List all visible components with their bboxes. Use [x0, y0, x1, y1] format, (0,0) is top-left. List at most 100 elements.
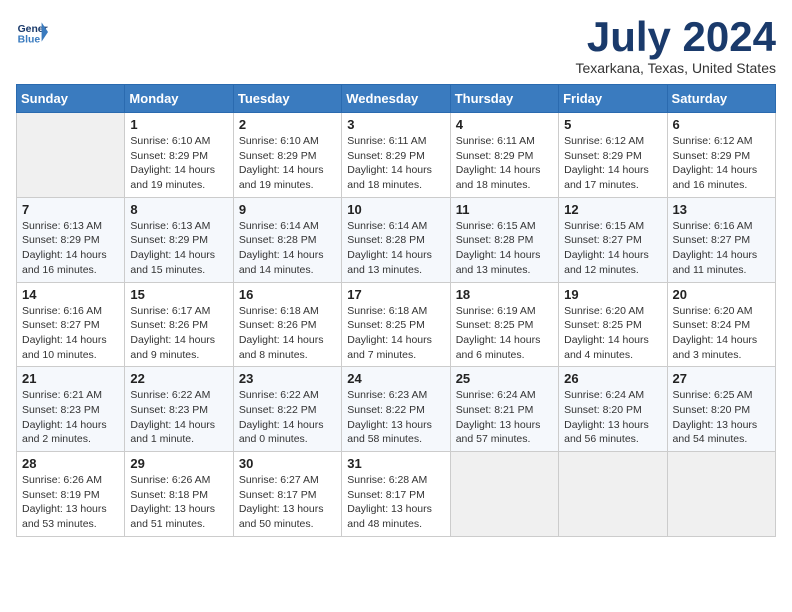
calendar-cell: 13 Sunrise: 6:16 AMSunset: 8:27 PMDayligh… — [667, 197, 775, 282]
date-number: 12 — [564, 202, 661, 217]
date-number: 18 — [456, 287, 553, 302]
calendar-cell — [559, 452, 667, 537]
location: Texarkana, Texas, United States — [575, 60, 776, 76]
date-number: 1 — [130, 117, 227, 132]
calendar-cell: 25 Sunrise: 6:24 AMSunset: 8:21 PMDayligh… — [450, 367, 558, 452]
weekday-header: Tuesday — [233, 85, 341, 113]
calendar-cell: 14 Sunrise: 6:16 AMSunset: 8:27 PMDayligh… — [17, 282, 125, 367]
title-block: July 2024 Texarkana, Texas, United State… — [575, 16, 776, 76]
date-number: 31 — [347, 456, 444, 471]
date-number: 24 — [347, 371, 444, 386]
calendar-cell: 12 Sunrise: 6:15 AMSunset: 8:27 PMDayligh… — [559, 197, 667, 282]
weekday-header: Wednesday — [342, 85, 450, 113]
svg-text:Blue: Blue — [18, 34, 41, 45]
weekday-header: Saturday — [667, 85, 775, 113]
cell-info: Sunrise: 6:11 AMSunset: 8:29 PMDaylight:… — [347, 134, 444, 193]
date-number: 20 — [673, 287, 770, 302]
cell-info: Sunrise: 6:26 AMSunset: 8:18 PMDaylight:… — [130, 473, 227, 532]
cell-info: Sunrise: 6:16 AMSunset: 8:27 PMDaylight:… — [673, 219, 770, 278]
calendar-cell — [450, 452, 558, 537]
date-number: 29 — [130, 456, 227, 471]
calendar-cell: 22Sunrise: 6:22 AMSunset: 8:23 PMDayligh… — [125, 367, 233, 452]
date-number: 30 — [239, 456, 336, 471]
date-number: 21 — [22, 371, 119, 386]
calendar-cell: 10Sunrise: 6:14 AMSunset: 8:28 PMDayligh… — [342, 197, 450, 282]
date-number: 8 — [130, 202, 227, 217]
calendar-cell: 7 Sunrise: 6:13 AMSunset: 8:29 PMDaylight… — [17, 197, 125, 282]
date-number: 16 — [239, 287, 336, 302]
cell-info: Sunrise: 6:22 AMSunset: 8:22 PMDaylight:… — [239, 388, 336, 447]
calendar-cell: 21 Sunrise: 6:21 AMSunset: 8:23 PMDayligh… — [17, 367, 125, 452]
calendar-week: 7 Sunrise: 6:13 AMSunset: 8:29 PMDaylight… — [17, 197, 776, 282]
logo: General Blue — [16, 16, 48, 48]
date-number: 25 — [456, 371, 553, 386]
cell-info: Sunrise: 6:14 AMSunset: 8:28 PMDaylight:… — [239, 219, 336, 278]
date-number: 13 — [673, 202, 770, 217]
cell-info: Sunrise: 6:25 AMSunset: 8:20 PMDaylight:… — [673, 388, 770, 447]
cell-info: Sunrise: 6:15 AMSunset: 8:28 PMDaylight:… — [456, 219, 553, 278]
cell-info: Sunrise: 6:22 AMSunset: 8:23 PMDaylight:… — [130, 388, 227, 447]
calendar-cell: 19 Sunrise: 6:20 AMSunset: 8:25 PMDayligh… — [559, 282, 667, 367]
cell-info: Sunrise: 6:24 AMSunset: 8:20 PMDaylight:… — [564, 388, 661, 447]
cell-info: Sunrise: 6:15 AMSunset: 8:27 PMDaylight:… — [564, 219, 661, 278]
date-number: 5 — [564, 117, 661, 132]
calendar-week: 1 Sunrise: 6:10 AMSunset: 8:29 PMDaylight… — [17, 113, 776, 198]
date-number: 9 — [239, 202, 336, 217]
cell-info: Sunrise: 6:18 AMSunset: 8:26 PMDaylight:… — [239, 304, 336, 363]
calendar-cell: 6 Sunrise: 6:12 AMSunset: 8:29 PMDaylight… — [667, 113, 775, 198]
date-number: 4 — [456, 117, 553, 132]
calendar-week: 21 Sunrise: 6:21 AMSunset: 8:23 PMDayligh… — [17, 367, 776, 452]
cell-info: Sunrise: 6:28 AMSunset: 8:17 PMDaylight:… — [347, 473, 444, 532]
cell-info: Sunrise: 6:17 AMSunset: 8:26 PMDaylight:… — [130, 304, 227, 363]
cell-info: Sunrise: 6:12 AMSunset: 8:29 PMDaylight:… — [673, 134, 770, 193]
calendar-cell: 28 Sunrise: 6:26 AMSunset: 8:19 PMDayligh… — [17, 452, 125, 537]
cell-info: Sunrise: 6:20 AMSunset: 8:25 PMDaylight:… — [564, 304, 661, 363]
cell-info: Sunrise: 6:24 AMSunset: 8:21 PMDaylight:… — [456, 388, 553, 447]
calendar-cell: 8 Sunrise: 6:13 AMSunset: 8:29 PMDaylight… — [125, 197, 233, 282]
date-number: 11 — [456, 202, 553, 217]
date-number: 19 — [564, 287, 661, 302]
calendar-cell: 16 Sunrise: 6:18 AMSunset: 8:26 PMDayligh… — [233, 282, 341, 367]
cell-info: Sunrise: 6:20 AMSunset: 8:24 PMDaylight:… — [673, 304, 770, 363]
cell-info: Sunrise: 6:14 AMSunset: 8:28 PMDaylight:… — [347, 219, 444, 278]
cell-info: Sunrise: 6:27 AMSunset: 8:17 PMDaylight:… — [239, 473, 336, 532]
cell-info: Sunrise: 6:23 AMSunset: 8:22 PMDaylight:… — [347, 388, 444, 447]
date-number: 14 — [22, 287, 119, 302]
calendar-cell: 5 Sunrise: 6:12 AMSunset: 8:29 PMDaylight… — [559, 113, 667, 198]
calendar-cell: 2Sunrise: 6:10 AMSunset: 8:29 PMDaylight… — [233, 113, 341, 198]
logo-icon: General Blue — [16, 16, 48, 48]
calendar-cell: 30 Sunrise: 6:27 AMSunset: 8:17 PMDayligh… — [233, 452, 341, 537]
calendar-cell: 24 Sunrise: 6:23 AMSunset: 8:22 PMDayligh… — [342, 367, 450, 452]
cell-info: Sunrise: 6:18 AMSunset: 8:25 PMDaylight:… — [347, 304, 444, 363]
date-number: 6 — [673, 117, 770, 132]
cell-info: Sunrise: 6:12 AMSunset: 8:29 PMDaylight:… — [564, 134, 661, 193]
calendar-cell — [667, 452, 775, 537]
date-number: 3 — [347, 117, 444, 132]
calendar-cell: 27Sunrise: 6:25 AMSunset: 8:20 PMDayligh… — [667, 367, 775, 452]
weekday-header: Sunday — [17, 85, 125, 113]
weekday-header: Thursday — [450, 85, 558, 113]
calendar-week: 28 Sunrise: 6:26 AMSunset: 8:19 PMDayligh… — [17, 452, 776, 537]
calendar-cell: 17 Sunrise: 6:18 AMSunset: 8:25 PMDayligh… — [342, 282, 450, 367]
calendar-cell: 1Sunrise: 6:10 AMSunset: 8:29 PMDaylight… — [125, 113, 233, 198]
cell-info: Sunrise: 6:19 AMSunset: 8:25 PMDaylight:… — [456, 304, 553, 363]
date-number: 7 — [22, 202, 119, 217]
cell-info: Sunrise: 6:16 AMSunset: 8:27 PMDaylight:… — [22, 304, 119, 363]
cell-info: Sunrise: 6:10 AMSunset: 8:29 PMDaylight:… — [239, 134, 336, 193]
calendar-body: 1 Sunrise: 6:10 AMSunset: 8:29 PMDaylight… — [17, 113, 776, 537]
cell-info: Sunrise: 6:11 AMSunset: 8:29 PMDaylight:… — [456, 134, 553, 193]
calendar-header: SundayMondayTuesdayWednesdayThursdayFrid… — [17, 85, 776, 113]
cell-info: Sunrise: 6:13 AMSunset: 8:29 PMDaylight:… — [130, 219, 227, 278]
cell-info: Sunrise: 6:13 AMSunset: 8:29 PMDaylight:… — [22, 219, 119, 278]
calendar-cell: 26Sunrise: 6:24 AMSunset: 8:20 PMDayligh… — [559, 367, 667, 452]
calendar-cell: 20 Sunrise: 6:20 AMSunset: 8:24 PMDayligh… — [667, 282, 775, 367]
month-title: July 2024 — [575, 16, 776, 58]
date-number: 17 — [347, 287, 444, 302]
date-number: 15 — [130, 287, 227, 302]
cell-info: Sunrise: 6:26 AMSunset: 8:19 PMDaylight:… — [22, 473, 119, 532]
calendar-cell: 4 Sunrise: 6:11 AMSunset: 8:29 PMDaylight… — [450, 113, 558, 198]
date-number: 28 — [22, 456, 119, 471]
calendar-cell: 18 Sunrise: 6:19 AMSunset: 8:25 PMDayligh… — [450, 282, 558, 367]
cell-info: Sunrise: 6:21 AMSunset: 8:23 PMDaylight:… — [22, 388, 119, 447]
weekday-header: Friday — [559, 85, 667, 113]
